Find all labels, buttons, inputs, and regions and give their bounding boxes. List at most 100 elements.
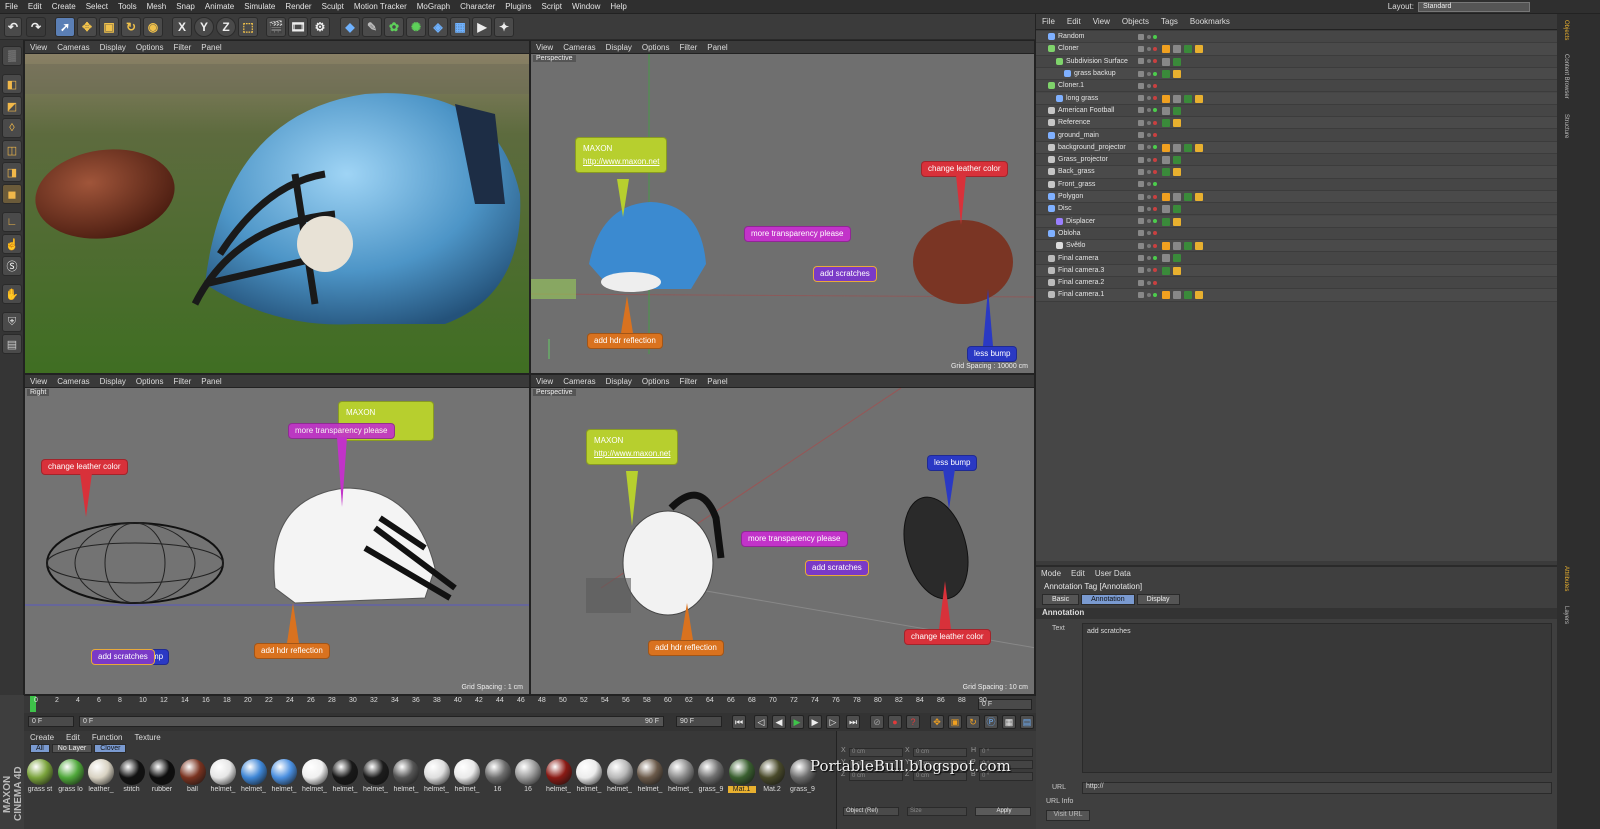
- menu-character[interactable]: Character: [455, 0, 500, 14]
- start-frame-field[interactable]: 0 F: [28, 716, 74, 727]
- vp-menu-options[interactable]: Options: [131, 43, 169, 52]
- object-name[interactable]: Disc: [1058, 205, 1072, 212]
- material-swatch[interactable]: grass st: [26, 759, 54, 797]
- annotation-add-scratches[interactable]: add scratches: [813, 266, 877, 282]
- points-mode-icon[interactable]: ◫: [2, 140, 22, 160]
- material-swatch[interactable]: Mat.2: [758, 759, 786, 797]
- go-to-start-icon[interactable]: ⏮: [732, 715, 746, 729]
- move-tool-icon[interactable]: ✥: [77, 17, 97, 37]
- coord-value-field[interactable]: 0 cm: [849, 748, 903, 757]
- material-tag-icon[interactable]: [1162, 45, 1170, 54]
- workplane-mode-icon[interactable]: ◊: [2, 118, 22, 138]
- vp-menu-options[interactable]: Options: [637, 377, 675, 386]
- layer-swatch[interactable]: [1138, 119, 1144, 126]
- deformer-icon[interactable]: ◈: [428, 17, 448, 37]
- material-tag-icon[interactable]: [1173, 94, 1181, 103]
- layer-swatch[interactable]: [1138, 193, 1144, 200]
- autokey-icon[interactable]: ●: [888, 715, 902, 729]
- viewport-right[interactable]: View Cameras Display Options Filter Pane…: [24, 374, 530, 695]
- object-name[interactable]: Final camera.2: [1058, 279, 1104, 286]
- vp-menu-cameras[interactable]: Cameras: [52, 377, 94, 386]
- side-tab-layers[interactable]: Layers: [1561, 606, 1569, 624]
- z-axis-icon[interactable]: Z: [216, 17, 236, 37]
- object-row[interactable]: Polygon: [1036, 190, 1557, 204]
- visibility-dot[interactable]: [1147, 59, 1151, 64]
- timeline-ruler[interactable]: 0 F 0 2 4 6 8 10 12 14 16 18 20 22 24 26 28 30 32 34 36 38 4…: [24, 695, 1036, 713]
- enable-check-icon[interactable]: [1153, 145, 1157, 150]
- enable-check-icon[interactable]: [1153, 182, 1157, 187]
- size-mode-dropdown[interactable]: Size: [907, 807, 967, 816]
- material-tag-icon[interactable]: [1162, 57, 1170, 66]
- am-menu-user-data[interactable]: User Data: [1090, 569, 1136, 578]
- object-row[interactable]: Subdivision Surface: [1036, 55, 1557, 68]
- am-menu-edit[interactable]: Edit: [1066, 569, 1090, 578]
- enable-check-icon[interactable]: [1153, 46, 1157, 51]
- material-swatch[interactable]: helmet_: [240, 759, 268, 797]
- object-name[interactable]: Světlo: [1066, 242, 1085, 249]
- object-row[interactable]: grass backup: [1036, 67, 1557, 81]
- vp-menu-panel[interactable]: Panel: [196, 43, 226, 52]
- material-swatch[interactable]: 16: [484, 759, 512, 797]
- visibility-dot[interactable]: [1147, 194, 1151, 199]
- vp-menu-cameras[interactable]: Cameras: [558, 377, 600, 386]
- polygons-mode-icon[interactable]: ◼: [2, 184, 22, 204]
- object-row[interactable]: Final camera.1: [1036, 289, 1557, 302]
- annotation-add-hdr[interactable]: add hdr reflection: [587, 333, 663, 349]
- menu-help[interactable]: Help: [605, 0, 631, 14]
- object-name[interactable]: American Football: [1058, 107, 1114, 114]
- material-tag-icon[interactable]: [1184, 192, 1192, 201]
- menu-create[interactable]: Create: [47, 0, 81, 14]
- menu-simulate[interactable]: Simulate: [239, 0, 280, 14]
- undo-icon[interactable]: ↶: [4, 17, 22, 37]
- object-row[interactable]: Cloner: [1036, 43, 1557, 56]
- object-row[interactable]: background_projector: [1036, 141, 1557, 154]
- material-tag-icon[interactable]: [1173, 156, 1181, 164]
- enable-check-icon[interactable]: [1153, 157, 1157, 162]
- render-picture-viewer-icon[interactable]: 🎞: [288, 17, 308, 37]
- texture-mode-icon[interactable]: ◩: [2, 96, 22, 116]
- enable-check-icon[interactable]: [1153, 206, 1157, 211]
- object-name[interactable]: Final camera.1: [1058, 291, 1104, 298]
- material-swatch[interactable]: helmet_: [606, 759, 634, 797]
- recent-tool-icon[interactable]: ◉: [143, 17, 163, 37]
- material-tag-icon[interactable]: [1173, 254, 1181, 263]
- material-tag-icon[interactable]: [1195, 45, 1203, 54]
- material-tag-icon[interactable]: [1195, 94, 1203, 103]
- layer-swatch[interactable]: [1138, 205, 1144, 212]
- object-name[interactable]: Back_grass: [1058, 168, 1095, 175]
- vp-menu-view[interactable]: View: [531, 377, 558, 386]
- layer-swatch[interactable]: [1138, 255, 1144, 262]
- object-row[interactable]: Cloner.1: [1036, 80, 1557, 93]
- vp-menu-options[interactable]: Options: [131, 377, 169, 386]
- vp-menu-panel[interactable]: Panel: [702, 377, 732, 386]
- object-name[interactable]: background_projector: [1058, 144, 1126, 151]
- axis-mode-icon[interactable]: ∟: [2, 212, 22, 232]
- end-frame-field[interactable]: 90 F: [676, 716, 722, 727]
- object-row[interactable]: Final camera.2: [1036, 277, 1557, 290]
- material-tag-icon[interactable]: [1184, 94, 1192, 103]
- om-menu-tags[interactable]: Tags: [1155, 17, 1184, 26]
- layer-swatch[interactable]: [1138, 58, 1144, 65]
- visibility-dot[interactable]: [1147, 268, 1151, 273]
- annotation-more-transparency[interactable]: more transparency please: [744, 226, 851, 242]
- object-name[interactable]: Cloner: [1058, 45, 1079, 52]
- material-swatch[interactable]: helmet_: [270, 759, 298, 797]
- material-tag-icon[interactable]: [1162, 217, 1170, 226]
- menu-render[interactable]: Render: [280, 0, 316, 14]
- layer-swatch[interactable]: [1138, 242, 1144, 249]
- edges-mode-icon[interactable]: ◨: [2, 162, 22, 182]
- object-name[interactable]: Final camera: [1058, 255, 1098, 262]
- annotation-add-scratches[interactable]: add scratches: [805, 560, 869, 576]
- render-view-icon[interactable]: 🎬: [266, 17, 286, 37]
- om-menu-file[interactable]: File: [1036, 17, 1061, 26]
- enable-check-icon[interactable]: [1153, 268, 1157, 273]
- vp-menu-cameras[interactable]: Cameras: [558, 43, 600, 52]
- material-tag-icon[interactable]: [1184, 242, 1192, 251]
- material-swatch[interactable]: leather_: [87, 759, 115, 797]
- material-swatch[interactable]: helmet_: [331, 759, 359, 797]
- material-swatch[interactable]: helmet_: [362, 759, 390, 797]
- material-tag-icon[interactable]: [1173, 192, 1181, 201]
- annotation-text-area[interactable]: add scratches: [1082, 623, 1552, 773]
- rotation-key-icon[interactable]: ↻: [966, 715, 980, 729]
- menu-script[interactable]: Script: [536, 0, 566, 14]
